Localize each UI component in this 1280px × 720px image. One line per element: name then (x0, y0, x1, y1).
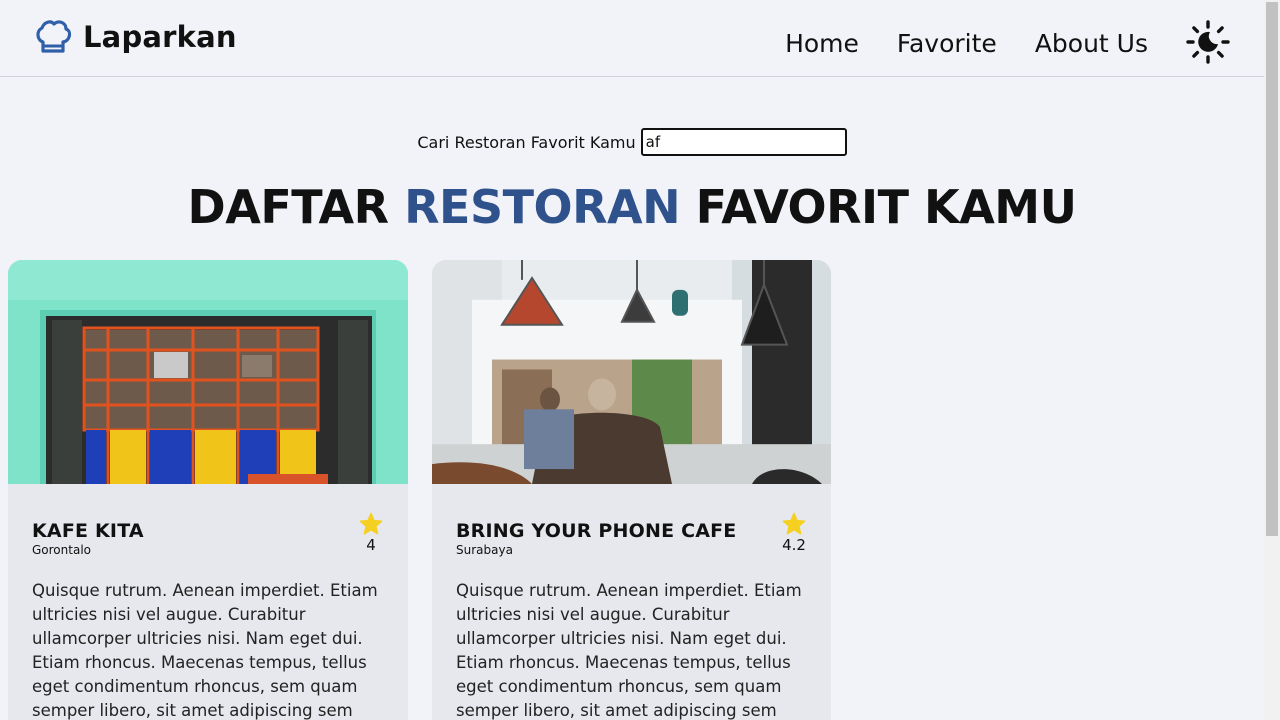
chef-hat-icon (36, 20, 72, 53)
scrollbar[interactable] (1264, 0, 1280, 720)
search-label: Cari Restoran Favorit Kamu (417, 132, 636, 152)
restaurant-card[interactable]: BRING YOUR PHONE CAFE Surabaya 4.2 Quisq… (432, 260, 831, 720)
rating: 4 (358, 512, 384, 554)
sun-moon-icon[interactable] (1186, 20, 1230, 64)
restaurant-card[interactable]: KAFE KITA Gorontalo 4 Quisque rutrum. Ae… (8, 260, 408, 720)
main-nav: Home Favorite About Us (747, 20, 1264, 64)
app-header: Laparkan Home Favorite About Us (0, 0, 1264, 77)
brand-name: Laparkan (83, 20, 237, 54)
title-part-2: FAVORIT KAMU (680, 180, 1077, 234)
restaurant-image (432, 260, 831, 484)
rating-value: 4.2 (782, 536, 806, 554)
title-accent: RESTORAN (404, 180, 681, 234)
rating-value: 4 (366, 536, 376, 554)
title-part-1: DAFTAR (187, 180, 405, 234)
restaurant-description: Quisque rutrum. Aenean imperdiet. Etiam … (456, 581, 802, 720)
restaurant-city: Gorontalo (32, 543, 91, 557)
restaurant-name[interactable]: BRING YOUR PHONE CAFE (456, 520, 807, 542)
restaurant-image (8, 260, 408, 484)
page-title: DAFTAR RESTORAN FAVORIT KAMU (0, 180, 1264, 234)
search-input[interactable] (640, 128, 847, 156)
restaurant-city: Surabaya (456, 543, 513, 557)
star-icon (359, 512, 383, 535)
brand[interactable]: Laparkan (34, 18, 237, 56)
star-icon (782, 512, 806, 535)
nav-home[interactable]: Home (785, 29, 859, 58)
nav-favorite[interactable]: Favorite (897, 29, 997, 58)
restaurant-description: Quisque rutrum. Aenean imperdiet. Etiam … (32, 581, 378, 720)
card-body: KAFE KITA Gorontalo 4 Quisque rutrum. Ae… (8, 484, 408, 720)
card-body: BRING YOUR PHONE CAFE Surabaya 4.2 Quisq… (432, 484, 831, 720)
search-bar: Cari Restoran Favorit Kamu (0, 128, 1264, 156)
nav-about-us[interactable]: About Us (1035, 29, 1148, 58)
restaurant-name[interactable]: KAFE KITA (32, 520, 384, 542)
scrollbar-thumb[interactable] (1266, 2, 1278, 536)
rating: 4.2 (781, 512, 807, 554)
